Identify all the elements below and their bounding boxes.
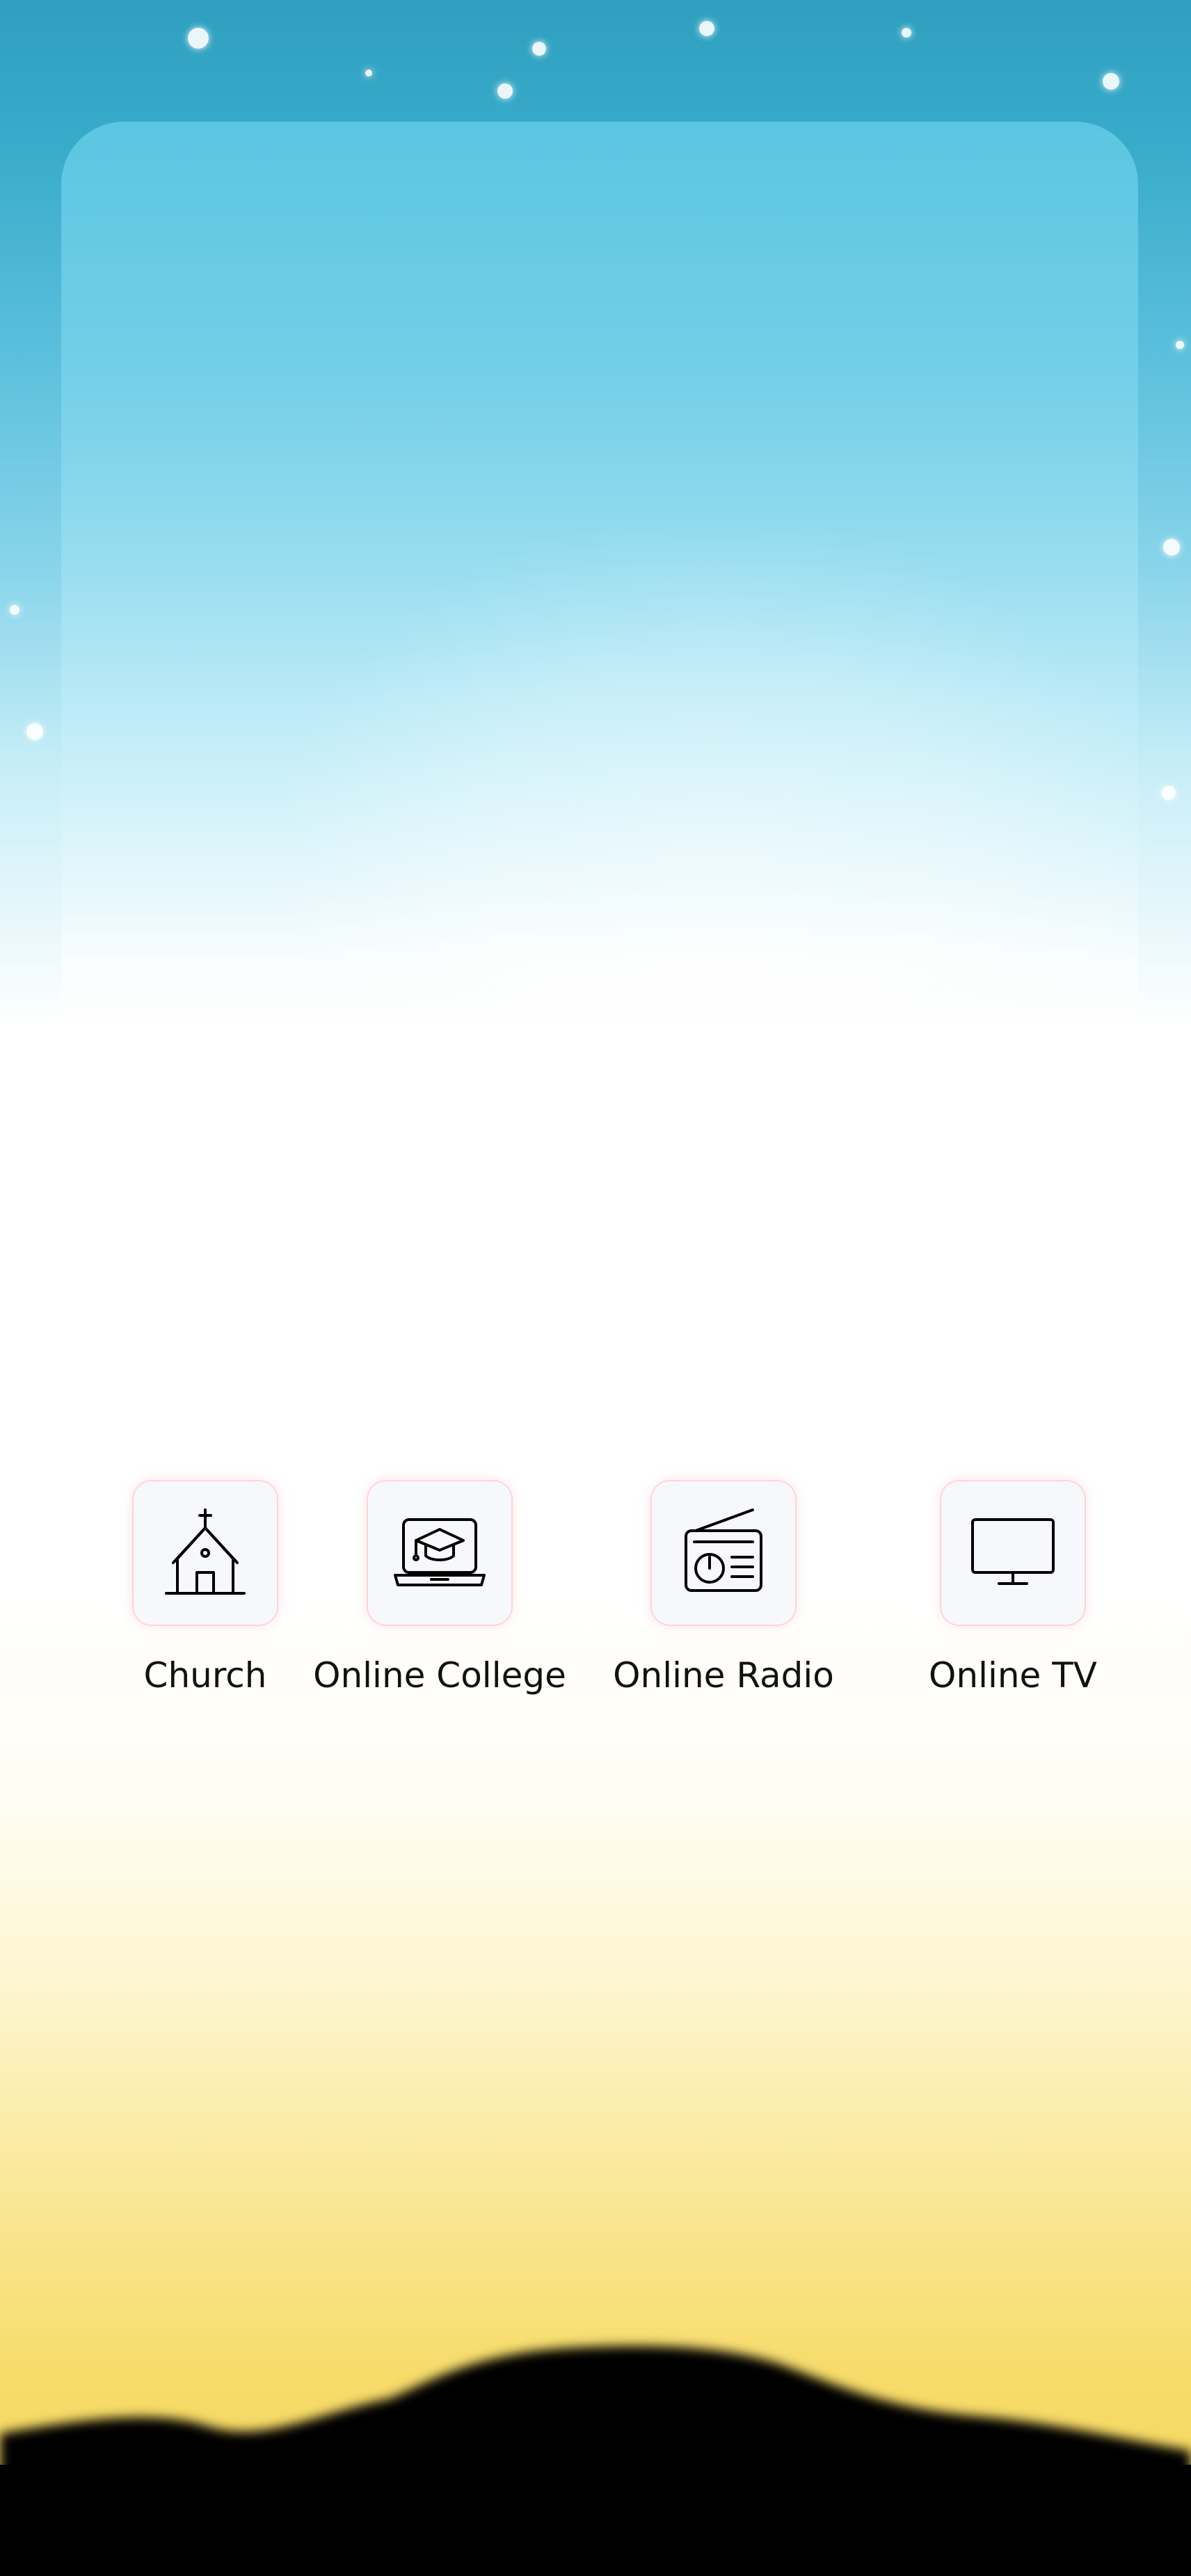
sparkle xyxy=(188,28,209,49)
sparkle xyxy=(26,723,43,740)
sparkle xyxy=(902,28,911,38)
tv-icon xyxy=(971,1518,1055,1585)
sparkle xyxy=(1176,341,1184,349)
radio-icon xyxy=(685,1508,762,1592)
nav-item-online-radio[interactable]: Online Radio xyxy=(584,1481,863,1704)
sparkle xyxy=(497,83,513,99)
online-college-icon xyxy=(394,1518,486,1586)
nav-tiles: Church Online College Online Radio Onlin… xyxy=(0,1481,1191,1704)
online-college-tile[interactable] xyxy=(368,1481,511,1625)
sparkle xyxy=(532,42,546,56)
sparkle xyxy=(10,605,19,615)
church-tile[interactable] xyxy=(134,1481,277,1625)
online-tv-tile[interactable] xyxy=(941,1481,1085,1625)
hill-silhouette xyxy=(0,2346,1191,2576)
nav-item-online-college[interactable]: Online College xyxy=(301,1481,579,1704)
sparkle xyxy=(1103,73,1119,90)
sparkle xyxy=(1162,786,1176,800)
nav-item-online-tv[interactable]: Online TV xyxy=(874,1481,1152,1704)
church-icon xyxy=(165,1508,246,1595)
online-tv-label: Online TV xyxy=(929,1655,1097,1696)
sparkle xyxy=(365,70,372,77)
content-card xyxy=(61,122,1138,1408)
online-radio-tile[interactable] xyxy=(652,1481,795,1625)
sparkle xyxy=(699,21,714,36)
online-radio-label: Online Radio xyxy=(613,1655,834,1696)
online-college-label: Online College xyxy=(313,1655,566,1696)
sparkle xyxy=(1163,539,1180,556)
